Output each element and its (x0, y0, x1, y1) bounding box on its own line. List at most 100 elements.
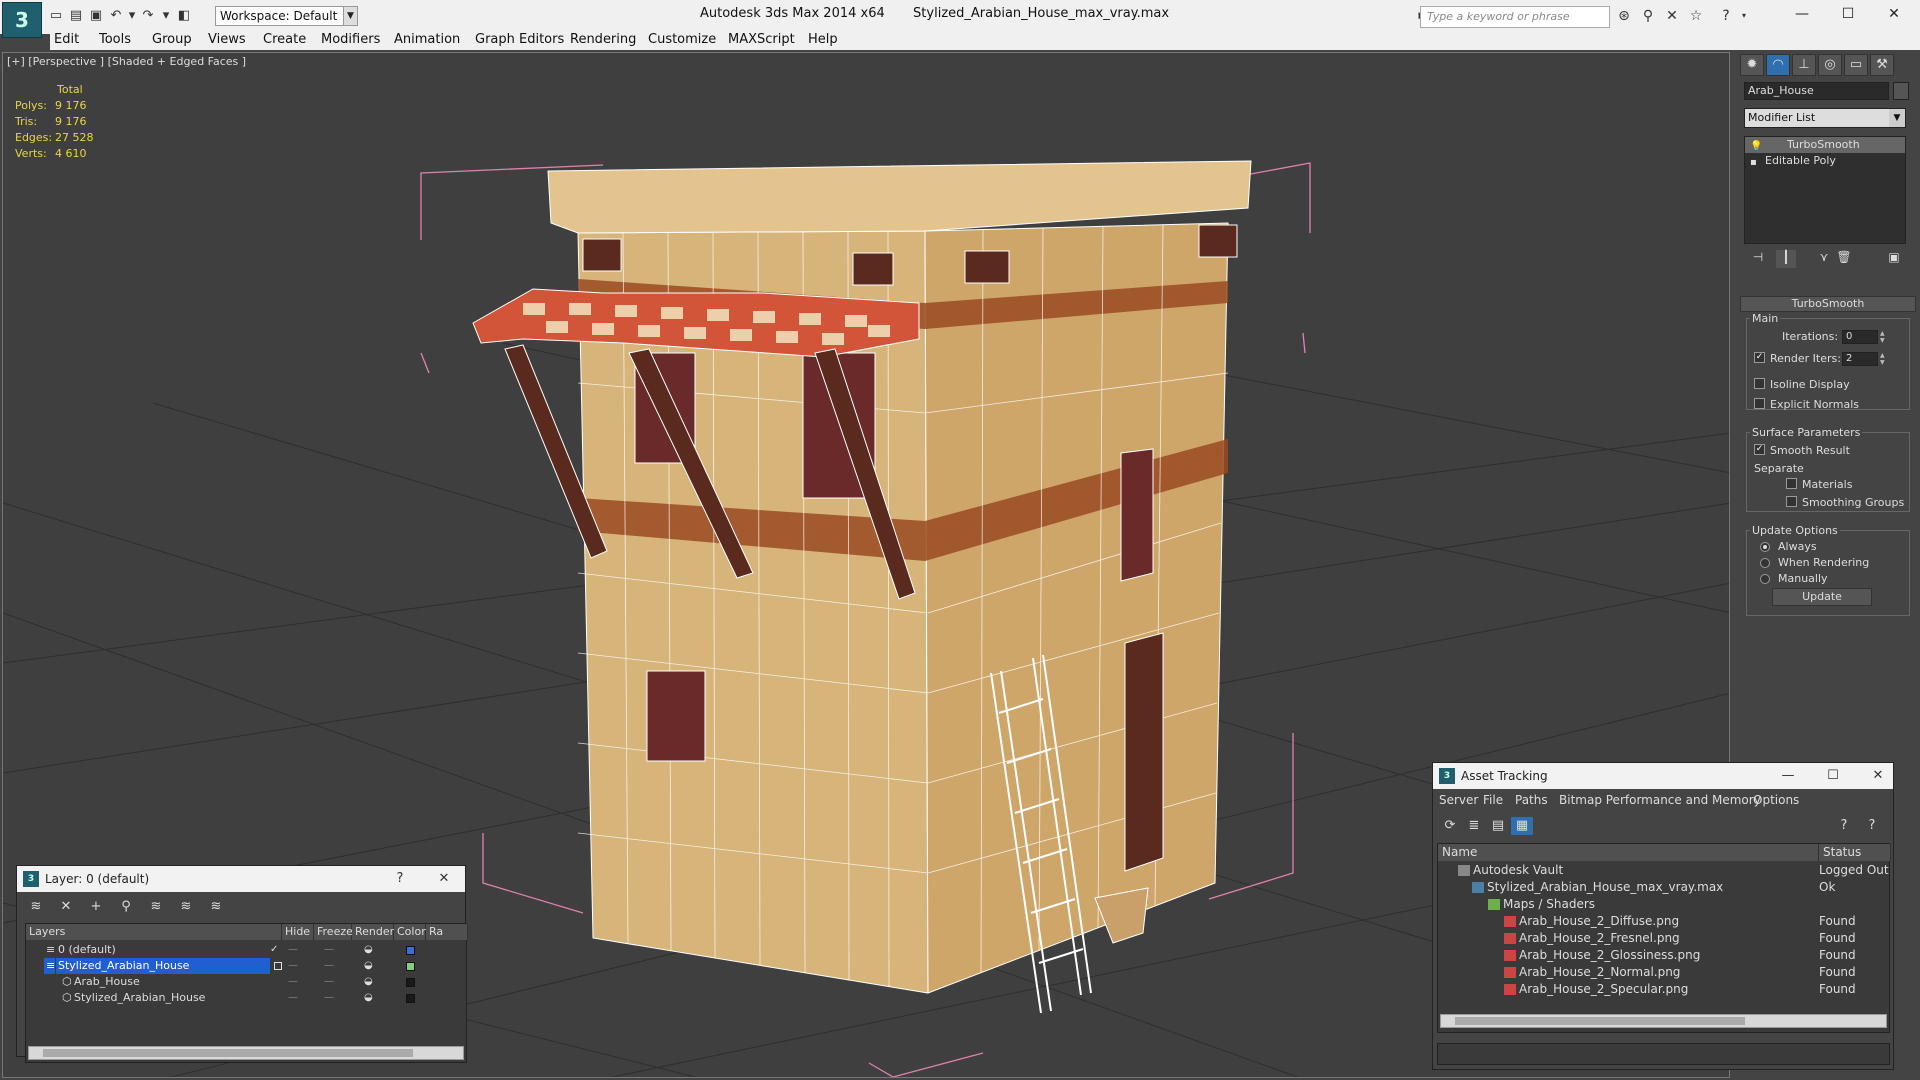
refresh-icon[interactable]: ⟳ (1439, 817, 1461, 835)
viewport-label[interactable]: [+] [Perspective ] [Shaded + Edged Faces… (7, 55, 246, 68)
menu-create[interactable]: Create (263, 32, 306, 47)
undo-dropdown-icon[interactable]: ▾ (124, 7, 140, 23)
workspace-dropdown-arrow[interactable]: ▼ (343, 6, 358, 26)
render-teapot-icon[interactable]: ◒ (364, 942, 373, 958)
hide-toggle[interactable]: — (288, 942, 298, 958)
select-objects-icon[interactable]: ⚲ (115, 898, 137, 916)
layer-name[interactable]: 0 (default) (56, 942, 116, 958)
iterations-spinner[interactable]: 0 (1842, 330, 1878, 344)
render-teapot-icon[interactable]: ◒ (364, 974, 373, 990)
binoculars-icon[interactable]: ⊛ (1616, 8, 1632, 24)
favorites-star-icon[interactable]: ☆ (1688, 8, 1704, 24)
stack-item-editable-poly[interactable]: ▪ Editable Poly (1745, 153, 1905, 169)
hierarchy-tab-icon[interactable]: ⊥ (1792, 54, 1816, 76)
layer-window-titlebar[interactable]: 3 Layer: 0 (default) ? ✕ (17, 866, 465, 892)
menu-views[interactable]: Views (208, 32, 246, 47)
column-freeze[interactable]: Freeze (314, 924, 353, 940)
object-color-swatch[interactable] (1893, 82, 1909, 100)
column-color[interactable]: Color (394, 924, 426, 940)
asset-tracking-titlebar[interactable]: 3 Asset Tracking — ☐ ✕ (1433, 763, 1893, 789)
iterations-spinner-arrows[interactable]: ▲ ▼ (1880, 330, 1888, 344)
asset-row[interactable]: Autodesk Vault Logged Out (1438, 862, 1891, 879)
column-hide[interactable]: Hide (282, 924, 314, 940)
help-icon[interactable]: ? (1833, 817, 1855, 835)
layer-row[interactable]: ⬡ Arab_House — — ◒ (26, 974, 468, 990)
close-icon[interactable]: ✕ (1863, 763, 1893, 789)
redo-icon[interactable]: ↷ (140, 7, 156, 23)
materials-checkbox[interactable] (1786, 478, 1797, 489)
minimize-button[interactable]: — (1780, 3, 1824, 25)
communication-icon[interactable]: ✕ (1664, 8, 1680, 24)
menu-animation[interactable]: Animation (394, 32, 460, 47)
create-layer-icon[interactable]: ≋ (25, 898, 47, 916)
hide-all-layers-icon[interactable]: ≋ (175, 898, 197, 916)
menu-paths[interactable]: Paths (1515, 793, 1548, 807)
render-iters-spinner[interactable]: 2 (1842, 352, 1878, 366)
expand-icon[interactable]: ▪ (1750, 155, 1757, 171)
show-end-result-icon[interactable]: ┃ (1776, 250, 1796, 268)
current-layer-check-icon[interactable]: ✓ (270, 942, 278, 958)
delete-layer-icon[interactable]: ✕ (55, 898, 77, 916)
project-folder-icon[interactable]: ◧ (176, 7, 192, 23)
layer-color-swatch[interactable] (406, 962, 415, 971)
workspace-selector[interactable]: Workspace: Default (215, 6, 345, 26)
layer-horizontal-scrollbar[interactable] (28, 1046, 464, 1060)
menu-server[interactable]: Server (1439, 793, 1478, 807)
when-rendering-radio[interactable] (1760, 558, 1770, 568)
menu-bitmap-performance[interactable]: Bitmap Performance and Memory (1559, 793, 1761, 807)
asset-row[interactable]: Arab_House_2_Fresnel.png Found (1438, 930, 1891, 947)
motion-tab-icon[interactable]: ◎ (1818, 54, 1842, 76)
always-radio[interactable] (1760, 542, 1770, 552)
close-icon[interactable]: ✕ (429, 866, 459, 892)
render-teapot-icon[interactable]: ◒ (364, 958, 373, 974)
menu-edit[interactable]: Edit (54, 32, 79, 47)
menu-tools[interactable]: Tools (99, 32, 131, 47)
app-logo-icon[interactable]: 3 (2, 2, 42, 38)
layer-row[interactable]: ⬡ Stylized_Arabian_House — — ◒ (26, 990, 468, 1006)
layer-row[interactable]: ≡ Stylized_Arabian_House — — ◒ (26, 958, 468, 974)
asset-row[interactable]: Arab_House_2_Normal.png Found (1438, 964, 1891, 981)
subscription-icon[interactable]: ⚲ (1640, 8, 1656, 24)
explicit-normals-checkbox[interactable] (1754, 398, 1765, 409)
create-tab-icon[interactable]: ✹ (1740, 54, 1764, 76)
search-input[interactable]: Type a keyword or phrase (1420, 6, 1610, 28)
object-color-swatch[interactable] (406, 994, 415, 1003)
column-status[interactable]: Status (1819, 844, 1891, 861)
asset-row[interactable]: Arab_House_2_Diffuse.png Found (1438, 913, 1891, 930)
display-tab-icon[interactable]: ▭ (1844, 54, 1868, 76)
column-render[interactable]: Render (352, 924, 394, 940)
asset-row[interactable]: Arab_House_2_Glossiness.png Found (1438, 947, 1891, 964)
menu-help[interactable]: Help (808, 32, 838, 47)
scrollbar-thumb[interactable] (1455, 1017, 1745, 1025)
freeze-toggle[interactable]: — (324, 974, 334, 990)
save-file-icon[interactable]: ▣ (88, 7, 104, 23)
utilities-tab-icon[interactable]: ⚒ (1870, 54, 1894, 76)
smooth-result-checkbox[interactable]: ✓ (1754, 444, 1765, 455)
chevron-down-icon[interactable]: ▼ (1889, 109, 1905, 127)
render-teapot-icon[interactable]: ◒ (364, 990, 373, 1006)
freeze-toggle[interactable]: — (324, 990, 334, 1006)
menu-group[interactable]: Group (152, 32, 192, 47)
asset-horizontal-scrollbar[interactable] (1440, 1014, 1887, 1028)
asset-row[interactable]: Maps / Shaders (1438, 896, 1891, 913)
isoline-display-checkbox[interactable] (1754, 378, 1765, 389)
list-view-icon[interactable]: ≣ (1463, 817, 1485, 835)
menu-maxscript[interactable]: MAXScript (728, 32, 795, 47)
layer-name[interactable]: Stylized_Arabian_House (56, 958, 270, 974)
render-iters-spinner-arrows[interactable]: ▲ ▼ (1880, 352, 1888, 366)
hide-toggle[interactable]: — (288, 958, 298, 974)
layer-color-swatch[interactable] (406, 946, 415, 955)
column-name[interactable]: Name (1438, 844, 1819, 861)
menu-modifiers[interactable]: Modifiers (321, 32, 380, 47)
help-icon[interactable]: ? (385, 866, 415, 892)
open-file-icon[interactable]: ▤ (68, 7, 84, 23)
make-unique-icon[interactable]: ⋎ (1814, 250, 1834, 268)
configure-sets-icon[interactable]: ▣ (1884, 250, 1904, 268)
menu-customize[interactable]: Customize (648, 32, 716, 47)
freeze-toggle[interactable]: — (324, 958, 334, 974)
add-to-layer-icon[interactable]: + (85, 898, 107, 916)
hide-toggle[interactable]: — (288, 974, 298, 990)
new-file-icon[interactable]: ▭ (48, 7, 64, 23)
asset-row[interactable]: Arab_House_2_Specular.png Found (1438, 981, 1891, 998)
help-icon[interactable]: ? (1718, 8, 1734, 24)
